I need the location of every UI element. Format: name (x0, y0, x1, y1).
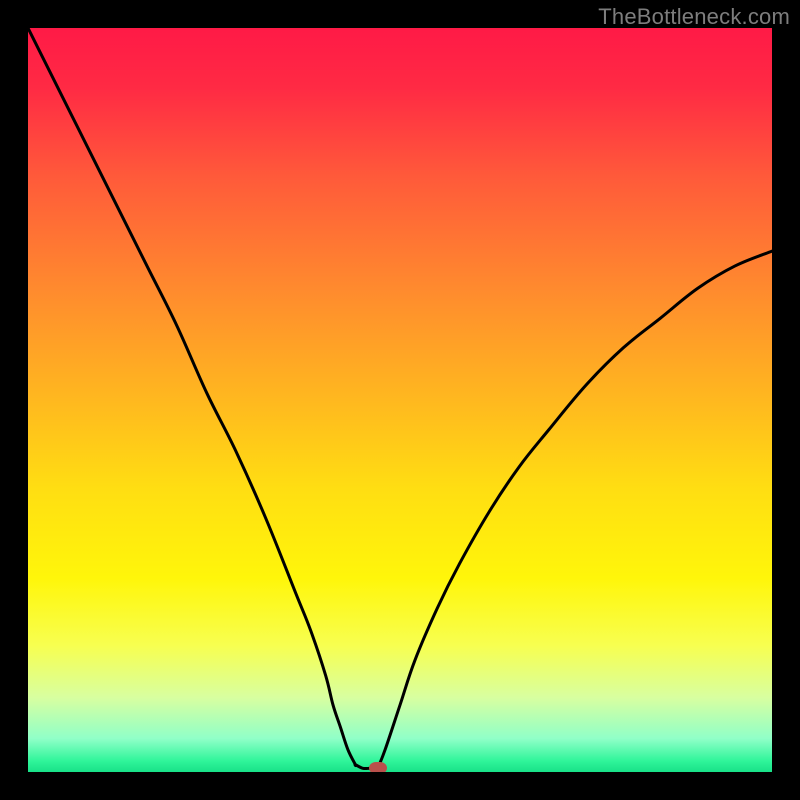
heat-gradient-background (28, 28, 772, 772)
plot-area (28, 28, 772, 772)
chart-frame: TheBottleneck.com (0, 0, 800, 800)
watermark-text: TheBottleneck.com (598, 4, 790, 30)
optimal-point-marker (369, 762, 387, 772)
